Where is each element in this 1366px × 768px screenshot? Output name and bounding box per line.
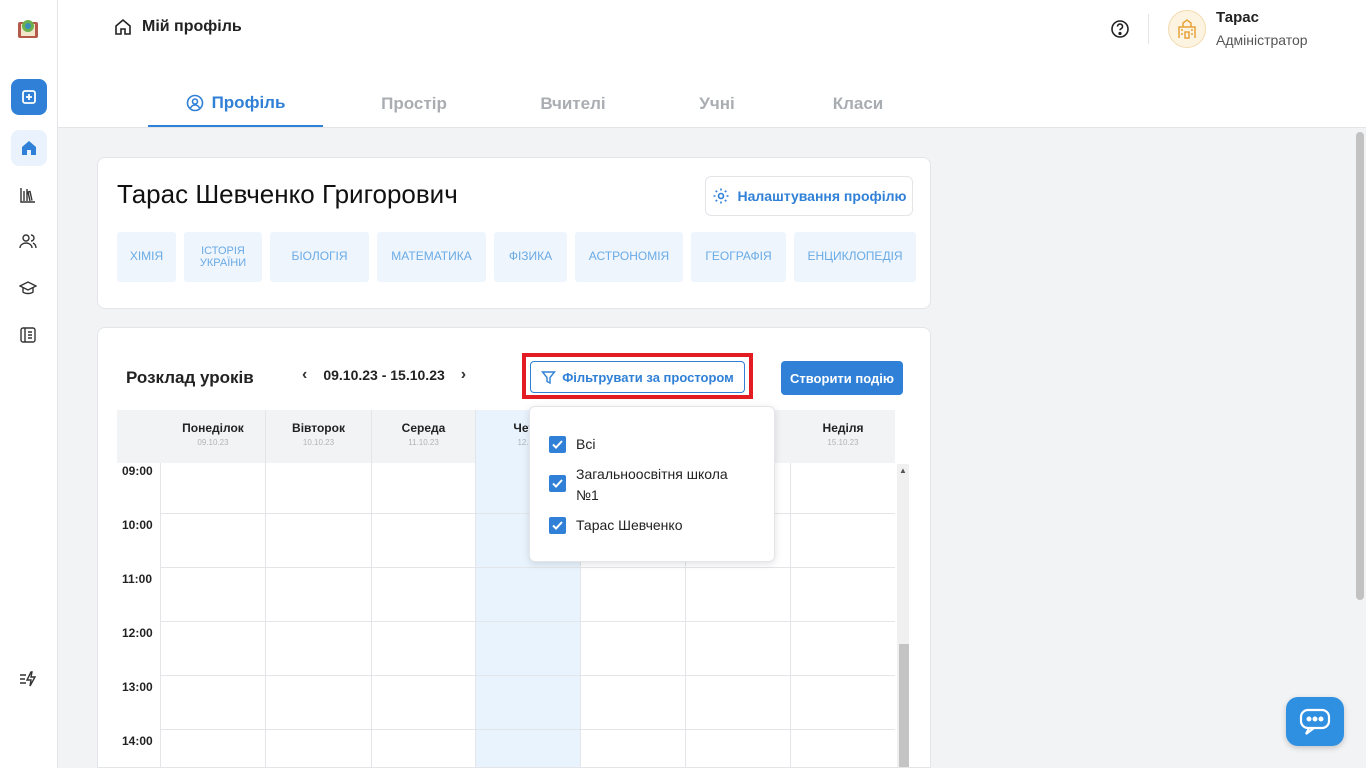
home-icon [22,141,36,155]
filter-option[interactable]: Всі [549,434,595,455]
filter-by-space-button[interactable]: Фільтрувати за простором [530,361,745,393]
checkbox-checked-icon[interactable] [549,436,566,453]
time-label: 10:00 [122,518,153,532]
home-outline-icon [115,18,131,35]
day-header: Вівторок 10.10.23 [266,410,372,463]
page-scrollbar[interactable] [1354,128,1366,768]
journal-icon [20,327,36,343]
subject-tag[interactable]: Енциклопедія [794,232,916,282]
row-divider [161,567,895,568]
actions-icon [20,671,37,687]
week-range: 09.10.23 - 15.10.23 [323,367,445,383]
sidebar-item-classes[interactable] [18,278,38,298]
create-event-button[interactable]: Створити подію [781,361,903,395]
school-building-icon [1178,19,1196,39]
week-navigator: ‹ 09.10.23 - 15.10.23 › [302,366,466,384]
gear-icon [713,188,729,204]
sidebar-item-library[interactable] [18,185,38,205]
sidebar-item-actions[interactable] [18,669,38,689]
subject-tag[interactable]: Фізика [494,232,567,282]
profile-settings-button[interactable]: Налаштування профілю [705,176,913,216]
column-divider [265,463,266,767]
schedule-title: Розклад уроків [126,368,254,387]
help-icon[interactable] [1110,19,1130,39]
subject-tag[interactable]: Хімія [117,232,176,282]
tab-space[interactable]: Простір [323,80,505,127]
sidebar-item-journal[interactable] [18,325,38,345]
sidebar-item-home[interactable] [11,130,47,166]
subject-tag[interactable]: Географія [691,232,786,282]
subject-tag[interactable]: Історія України [184,232,262,282]
tab-students[interactable]: Учні [641,80,793,127]
users-icon [19,234,37,249]
avatar[interactable] [1168,10,1206,48]
school-logo-icon[interactable] [14,14,42,42]
time-label: 11:00 [122,572,153,586]
top-header: Мій профіль Тарас Адміністратор Профіль … [58,0,1366,128]
page-title: Мій профіль [142,18,242,35]
filter-icon [541,370,557,384]
time-label: 12:00 [122,626,153,640]
space-filter-dropdown: Всі Загальноосвітня школа №1 Тарас Шевче… [529,406,775,562]
schedule-grid: Понеділок 09.10.23 Вівторок 10.10.23 Сер… [117,410,895,767]
subject-tag[interactable]: Математика [377,232,486,282]
tab-classes[interactable]: Класи [793,80,923,127]
subject-tag[interactable]: Астрономія [575,232,683,282]
breadcrumb: Мій профіль [114,18,242,36]
subject-tag[interactable]: Біологія [270,232,369,282]
profile-card: Тарас Шевченко Григорович Налаштування п… [97,157,931,309]
sidebar-item-users[interactable] [18,231,38,251]
schedule-card: Розклад уроків ‹ 09.10.23 - 15.10.23 › Ф… [97,327,931,768]
profile-tabs: Профіль Простір Вчителі Учні Класи [148,80,923,127]
chat-bubble-icon [1299,708,1331,735]
row-divider [161,513,895,514]
row-divider [161,729,895,730]
sidebar [0,0,58,768]
subject-tags: Хімія Історія України Біологія Математик… [117,232,916,282]
add-button[interactable] [11,79,47,115]
schedule-scrollbar[interactable]: ▲ [897,464,909,767]
chat-support-button[interactable] [1286,697,1344,746]
scroll-up-icon[interactable]: ▲ [899,466,907,475]
time-label: 14:00 [122,734,153,748]
column-divider [371,463,372,767]
schedule-scroll-thumb[interactable] [899,644,909,767]
page-scroll-thumb[interactable] [1356,132,1364,600]
prev-week-icon[interactable]: ‹ [302,366,307,384]
checkbox-checked-icon[interactable] [549,475,566,492]
column-divider [160,463,161,767]
header-divider [1148,14,1149,44]
day-header: Неділя 15.10.23 [822,421,864,447]
day-header: Середа 11.10.23 [372,410,476,463]
time-label: 09:00 [122,464,153,478]
graduation-cap-icon [19,281,37,295]
row-divider [161,675,895,676]
user-circle-icon [186,94,203,111]
checkbox-checked-icon[interactable] [549,517,566,534]
tab-teachers[interactable]: Вчителі [505,80,641,127]
profile-full-name: Тарас Шевченко Григорович [117,179,458,209]
filter-option[interactable]: Тарас Шевченко [549,515,682,536]
row-divider [161,621,895,622]
library-icon [20,188,35,203]
column-divider [790,463,791,767]
filter-option[interactable]: Загальноосвітня школа №1 [549,464,749,506]
tab-profile[interactable]: Профіль [148,80,323,127]
user-role: Адміністратор [1216,32,1308,48]
column-divider [475,463,476,767]
next-week-icon[interactable]: › [461,366,466,384]
day-header: Понеділок 09.10.23 [161,410,266,463]
user-name[interactable]: Тарас [1216,9,1259,26]
time-label: 13:00 [122,680,153,694]
